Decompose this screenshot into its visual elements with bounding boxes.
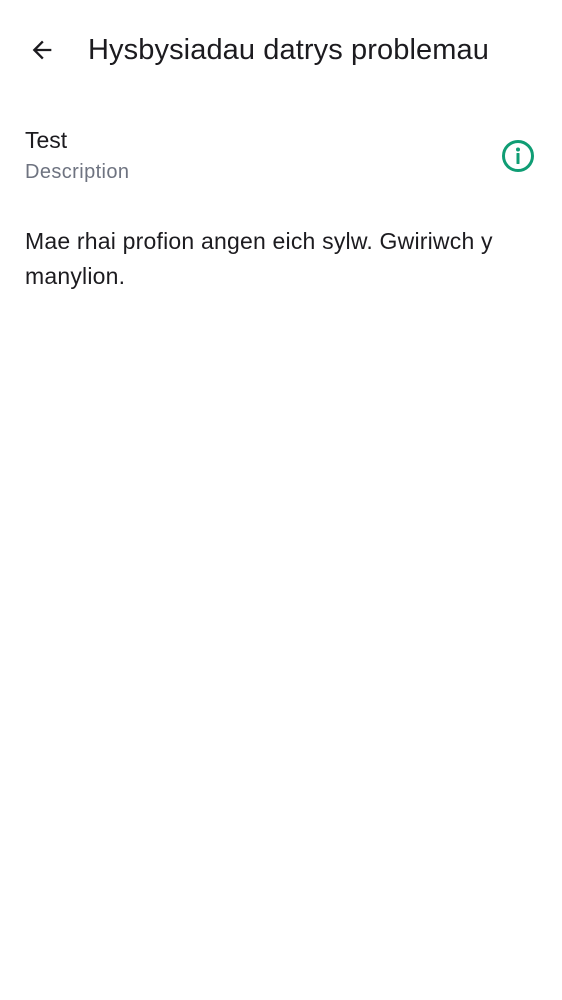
item-description: Description [25,161,130,183]
arrow-back-icon [32,40,52,60]
back-button[interactable] [18,26,66,74]
info-circle-icon [502,140,534,172]
test-list-item[interactable]: Test Description [0,112,562,200]
item-title: Test [25,127,68,153]
info-button[interactable] [494,132,542,180]
status-message: Mae rhai profion angen eich sylw. Gwiriw… [25,228,493,289]
app-bar: Hysbysiadau datrys problemau [0,0,562,100]
page-title: Hysbysiadau datrys problemau [88,34,489,66]
